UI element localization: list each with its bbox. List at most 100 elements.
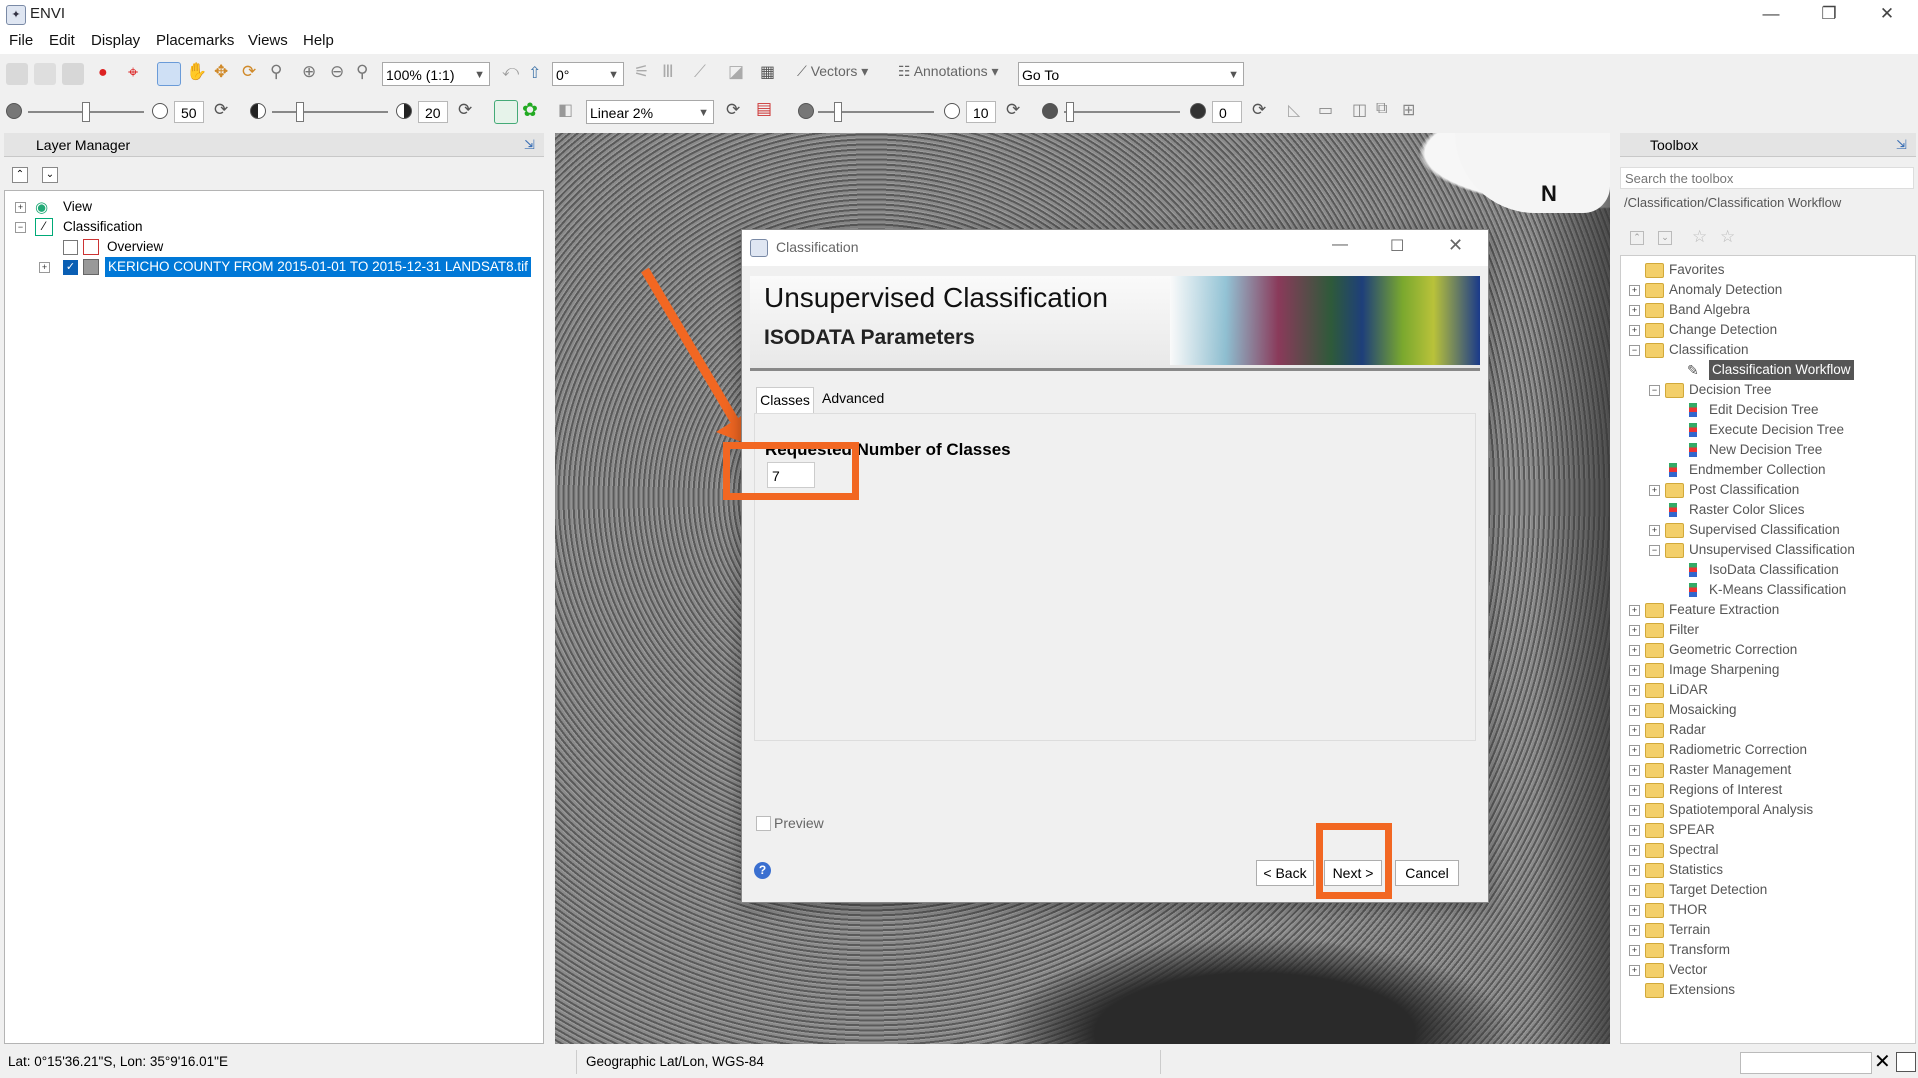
- crosshair-icon[interactable]: ⌖: [128, 62, 138, 83]
- rotation-select[interactable]: 0° ▼: [552, 62, 624, 86]
- layout-single-icon[interactable]: ▭: [1318, 100, 1333, 120]
- expand-icon[interactable]: +: [1629, 765, 1640, 776]
- stretch-icon[interactable]: ◧: [558, 100, 573, 120]
- pin-icon[interactable]: ⇲: [1896, 137, 1907, 153]
- collapse-all-icon[interactable]: ⌃: [1630, 231, 1644, 245]
- tab-classes[interactable]: Classes: [756, 387, 814, 414]
- pan-icon[interactable]: ✋: [186, 62, 207, 82]
- menu-help[interactable]: Help: [303, 32, 334, 49]
- expand-all-icon[interactable]: ⌄: [42, 167, 58, 183]
- expand-icon[interactable]: +: [1649, 485, 1660, 496]
- expand-icon[interactable]: +: [1629, 925, 1640, 936]
- dialog-minimize-icon[interactable]: —: [1332, 236, 1348, 254]
- portal-icon[interactable]: ◪: [728, 62, 744, 82]
- menu-file[interactable]: File: [9, 32, 33, 49]
- expand-icon[interactable]: +: [1629, 965, 1640, 976]
- north-up-icon[interactable]: ⇧: [528, 63, 541, 83]
- menu-views[interactable]: Views: [248, 32, 288, 49]
- contrast-value[interactable]: 20: [418, 101, 448, 123]
- restore-icon[interactable]: ❐: [1800, 0, 1858, 28]
- sharpen-value[interactable]: 10: [966, 101, 996, 123]
- expand-icon[interactable]: +: [1629, 845, 1640, 856]
- expand-icon[interactable]: +: [1629, 865, 1640, 876]
- expand-icon[interactable]: +: [1629, 805, 1640, 816]
- tab-advanced[interactable]: Advanced: [822, 390, 884, 406]
- menu-edit[interactable]: Edit: [49, 32, 75, 49]
- placemark-icon[interactable]: ●: [98, 64, 108, 82]
- refresh-icon[interactable]: ⟳: [1006, 100, 1020, 120]
- help-icon[interactable]: ?: [754, 862, 771, 879]
- menu-placemarks[interactable]: Placemarks: [156, 32, 234, 49]
- expand-icon[interactable]: +: [1629, 325, 1640, 336]
- expand-icon[interactable]: +: [15, 202, 26, 213]
- rotate-left-icon[interactable]: ⤺: [502, 63, 519, 81]
- open-file-icon[interactable]: [6, 63, 28, 85]
- transparency-value[interactable]: 0: [1212, 101, 1242, 123]
- view-settings-icon[interactable]: ▦: [760, 62, 775, 82]
- expand-icon[interactable]: +: [1629, 825, 1640, 836]
- expand-icon[interactable]: +: [1629, 285, 1640, 296]
- expand-icon[interactable]: +: [1629, 645, 1640, 656]
- expand-icon[interactable]: +: [1629, 685, 1640, 696]
- expand-icon[interactable]: +: [1629, 725, 1640, 736]
- menu-display[interactable]: Display: [91, 32, 140, 49]
- zoom-fit-icon[interactable]: ⚲: [356, 62, 368, 82]
- collapse-icon[interactable]: −: [1649, 385, 1660, 396]
- dialog-maximize-icon[interactable]: ☐: [1390, 236, 1404, 256]
- rotate-icon[interactable]: ⟳: [242, 62, 256, 82]
- expand-icon[interactable]: +: [1629, 625, 1640, 636]
- zoom-select[interactable]: 100% (1:1) ▼: [382, 62, 490, 86]
- transparency-slider-thumb[interactable]: [1066, 102, 1074, 122]
- refresh-icon[interactable]: ⟳: [726, 100, 740, 120]
- zoom-out-icon[interactable]: ⊖: [330, 62, 344, 82]
- layer-checkbox[interactable]: ✓: [63, 260, 78, 275]
- minimize-icon[interactable]: —: [1742, 0, 1800, 28]
- sharpen-slider-thumb[interactable]: [834, 102, 842, 122]
- favorite-add-icon[interactable]: ☆: [1692, 227, 1707, 247]
- expand-all-icon[interactable]: ⌄: [1658, 231, 1672, 245]
- refresh-icon[interactable]: ⟳: [1252, 100, 1266, 120]
- annotations-menu[interactable]: ☷ Annotations ▾: [898, 63, 999, 80]
- crop-icon[interactable]: [62, 63, 84, 85]
- dialog-close-icon[interactable]: ✕: [1448, 235, 1463, 256]
- fly-icon[interactable]: ✥: [214, 62, 228, 82]
- zoom-icon[interactable]: ⚲: [270, 62, 282, 82]
- expand-icon[interactable]: +: [39, 262, 50, 273]
- collapse-icon[interactable]: −: [1629, 345, 1640, 356]
- expand-icon[interactable]: +: [1629, 705, 1640, 716]
- cancel-process-icon[interactable]: ✕: [1874, 1049, 1891, 1074]
- collapse-icon[interactable]: −: [1649, 545, 1660, 556]
- back-button[interactable]: < Back: [1256, 860, 1314, 886]
- expand-icon[interactable]: +: [1629, 905, 1640, 916]
- expand-icon[interactable]: +: [1629, 885, 1640, 896]
- collapse-all-icon[interactable]: ⌃: [12, 167, 28, 183]
- expand-icon[interactable]: +: [1629, 605, 1640, 616]
- blend-icon[interactable]: ⟋: [694, 62, 706, 82]
- layout-three-icon[interactable]: ⧉: [1376, 100, 1387, 118]
- histogram-icon[interactable]: ▤: [756, 99, 772, 119]
- pin-icon[interactable]: ⇲: [524, 137, 535, 153]
- overview-checkbox[interactable]: [63, 240, 78, 255]
- vectors-menu[interactable]: ⟋ Vectors ▾: [797, 63, 868, 80]
- toolbox-search-input[interactable]: [1620, 167, 1914, 189]
- chart-icon[interactable]: ◺: [1288, 100, 1300, 120]
- refresh-icon[interactable]: ⟳: [458, 100, 472, 120]
- expand-icon[interactable]: +: [1629, 305, 1640, 316]
- brightness-slider-thumb[interactable]: [82, 102, 90, 122]
- transparency-slider[interactable]: [1064, 111, 1180, 113]
- contrast-slider-thumb[interactable]: [296, 102, 304, 122]
- expand-icon[interactable]: +: [1629, 945, 1640, 956]
- stretch-select[interactable]: Linear 2% ▼: [586, 100, 714, 124]
- close-icon[interactable]: ✕: [1858, 0, 1916, 28]
- expand-icon[interactable]: +: [1629, 745, 1640, 756]
- select-tool-icon[interactable]: [157, 62, 181, 86]
- favorite-remove-icon[interactable]: ☆: [1720, 227, 1735, 247]
- flicker-icon[interactable]: Ⅲ: [662, 62, 674, 82]
- preview-checkbox[interactable]: [756, 816, 771, 831]
- layout-four-icon[interactable]: ⊞: [1402, 100, 1415, 120]
- expand-icon[interactable]: +: [1629, 665, 1640, 676]
- expand-icon[interactable]: +: [1629, 785, 1640, 796]
- swipe-icon[interactable]: ⚟: [634, 62, 649, 82]
- expand-icon[interactable]: +: [1649, 525, 1660, 536]
- goto-select[interactable]: Go To ▼: [1018, 62, 1244, 86]
